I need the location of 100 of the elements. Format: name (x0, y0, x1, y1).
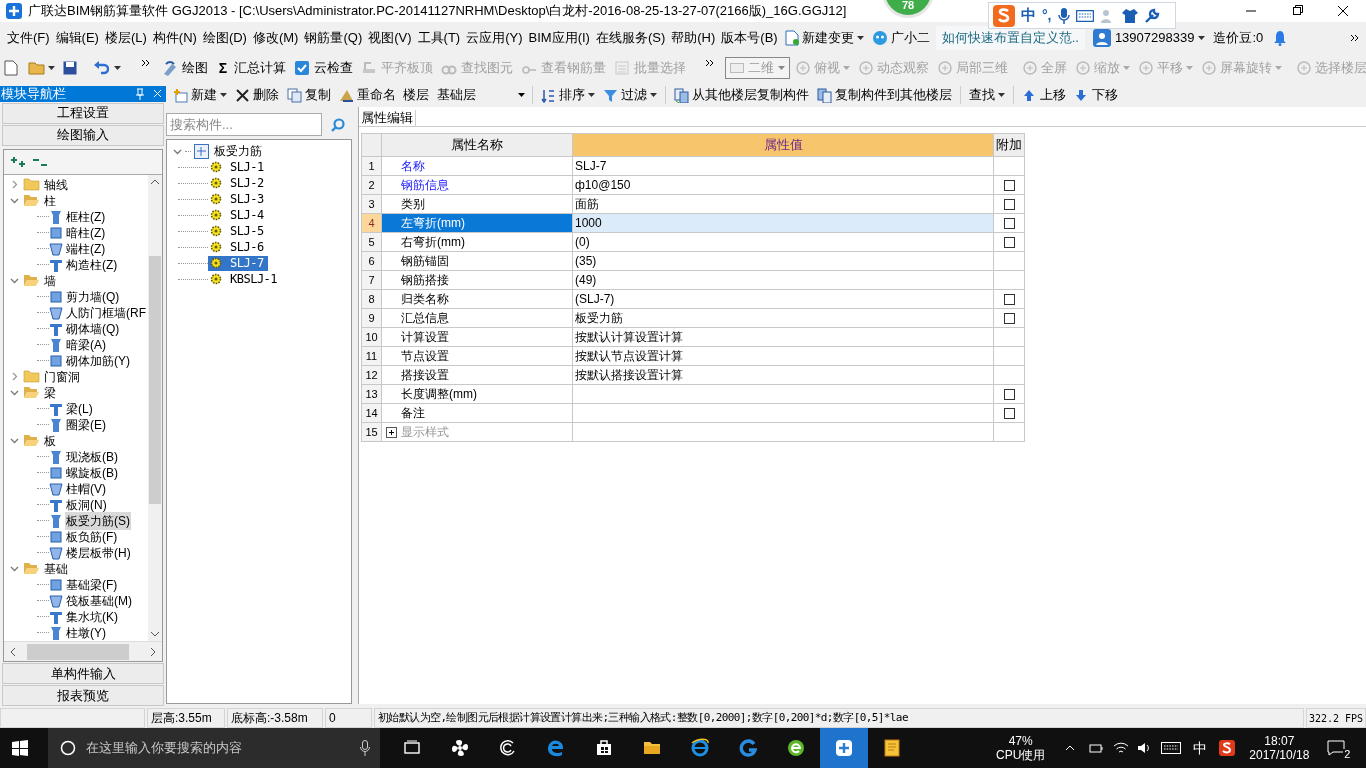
expand-icon[interactable] (386, 426, 397, 438)
property-value[interactable]: 按默认搭接设置计算 (573, 366, 994, 385)
toolbar-button[interactable]: 复制 (284, 84, 334, 106)
checkbox[interactable] (1003, 312, 1015, 324)
shirt-icon[interactable] (1121, 7, 1138, 24)
menu-item[interactable]: 编辑(E) (52, 23, 102, 52)
menu-item[interactable]: 版本号(B) (718, 23, 781, 52)
new-file-icon[interactable] (4, 60, 18, 76)
toolbar-button[interactable]: 上移 (1019, 84, 1069, 106)
scroll-down-icon[interactable] (151, 632, 159, 637)
ime-mode[interactable]: 中 (1021, 4, 1036, 27)
speaker-icon[interactable] (1137, 741, 1152, 755)
property-value[interactable]: (SLJ-7) (573, 290, 994, 309)
toolbar-button[interactable]: Σ 汇总计算 (213, 56, 289, 80)
tree-item[interactable]: 人防门框墙(RF (65, 303, 147, 322)
nav-section-button[interactable]: 工程设置 (2, 102, 164, 124)
toolbar-button[interactable]: 复制构件到其他楼层 (814, 84, 955, 106)
assistant-button[interactable]: 广小二 (869, 27, 932, 48)
checkbox[interactable] (1003, 407, 1015, 419)
tree-item[interactable]: 暗梁(A) (65, 335, 107, 354)
windows-icon[interactable] (12, 740, 28, 756)
component-item[interactable]: SLJ-4 (208, 207, 268, 223)
property-value[interactable]: 按默认计算设置计算 (573, 328, 994, 347)
scroll-up-icon[interactable] (151, 178, 159, 184)
tree-node[interactable]: 梁 (4, 384, 148, 401)
component-item[interactable]: SLJ-2 (208, 175, 268, 191)
component-item[interactable]: SLJ-5 (208, 223, 268, 239)
toolbar-button[interactable]: 重命名 (336, 84, 399, 106)
menu-item[interactable]: 楼层(L) (101, 23, 150, 52)
checkbox[interactable] (1003, 217, 1015, 229)
bell-icon[interactable] (1273, 29, 1288, 46)
tree-item[interactable]: 梁(L) (65, 399, 94, 418)
tree-node[interactable]: 板受力筋 (212, 142, 264, 160)
search-icon[interactable] (330, 116, 346, 133)
tree-item[interactable]: 板洞(N) (65, 495, 108, 514)
scrollbar-thumb[interactable] (27, 643, 129, 660)
chevron-down-icon[interactable] (10, 196, 19, 205)
menu-item[interactable]: 钢筋量(Q) (301, 23, 366, 52)
property-value[interactable]: (0) (573, 233, 994, 252)
chevron-down-icon[interactable] (10, 564, 19, 573)
floor-select[interactable]: 基础层 (435, 85, 527, 105)
chevron-right-icon[interactable] (10, 180, 19, 189)
microphone-icon[interactable] (1057, 7, 1070, 24)
property-value[interactable]: 1000 (573, 214, 994, 233)
menu-item[interactable]: 构件(N) (149, 23, 200, 52)
overflow-icon[interactable] (141, 59, 151, 67)
nav-section-button[interactable]: 绘图输入 (2, 124, 164, 146)
checkbox[interactable] (1003, 388, 1015, 400)
menu-item[interactable]: 工具(T) (414, 23, 464, 52)
chevron-down-icon[interactable] (10, 436, 19, 445)
property-value[interactable]: SLJ-7 (573, 157, 994, 176)
property-value[interactable]: 按默认节点设置计算 (573, 347, 994, 366)
ime-punctuation[interactable]: °, (1042, 5, 1052, 26)
search-field[interactable]: 搜索构件... (166, 113, 322, 136)
component-item[interactable]: SLJ-3 (208, 191, 268, 207)
battery-icon[interactable] (1089, 742, 1106, 754)
chevron-down-icon[interactable] (10, 276, 19, 285)
property-value[interactable]: (35) (573, 252, 994, 271)
tree-item[interactable]: 楼层板带(H) (65, 543, 132, 562)
tree-item[interactable]: 砌体墙(Q) (65, 319, 121, 338)
tree-item[interactable]: 螺旋板(B) (65, 463, 119, 482)
wrench-icon[interactable] (1143, 7, 1160, 24)
tree-item[interactable]: 圈梁(E) (65, 415, 107, 434)
change-menu-button[interactable]: 新建变更 (782, 27, 866, 48)
component-item[interactable]: SLJ-7 (208, 255, 268, 271)
scrollbar-thumb[interactable] (149, 255, 161, 504)
menu-item[interactable]: 云应用(Y) (463, 23, 526, 52)
checkbox[interactable] (1003, 198, 1015, 210)
scroll-left-icon[interactable] (10, 647, 15, 656)
scroll-right-icon[interactable] (151, 647, 156, 656)
overflow-icon[interactable] (705, 59, 715, 67)
tree-node[interactable]: 轴线 (4, 176, 148, 193)
toolbar-button[interactable]: 云检查 (291, 56, 356, 80)
tree-item[interactable]: 构造柱(Z) (65, 255, 119, 274)
ime-logo-icon[interactable] (1219, 740, 1236, 756)
nav-section-button[interactable]: 单构件输入 (2, 663, 164, 684)
toolbar-button[interactable]: 绘图 (159, 56, 211, 80)
property-value[interactable]: (49) (573, 271, 994, 290)
tree-node[interactable]: 基础 (4, 560, 148, 577)
tree-item[interactable]: 暗柱(Z) (65, 223, 107, 242)
overflow-icon[interactable] (1350, 33, 1360, 42)
save-icon[interactable] (63, 61, 77, 75)
toolbar-button[interactable]: 新建 (170, 84, 230, 106)
notification-button[interactable]: 2 (1327, 738, 1352, 758)
toolbar-button[interactable]: 下移 (1071, 84, 1121, 106)
chevron-up-icon[interactable] (1065, 745, 1076, 751)
property-value[interactable]: ф10@150 (573, 176, 994, 195)
tree-item[interactable]: 端柱(Z) (65, 239, 107, 258)
chevron-right-icon[interactable] (10, 372, 19, 381)
menu-item[interactable]: 帮助(H) (668, 23, 719, 52)
checkbox[interactable] (1003, 236, 1015, 248)
tree-item[interactable]: 柱墩(Y) (65, 623, 107, 641)
tree-node[interactable]: 柱 (4, 192, 148, 209)
menu-item[interactable]: 在线服务(S) (592, 23, 669, 52)
wifi-icon[interactable] (1113, 741, 1130, 755)
tree-node[interactable]: 墙 (4, 272, 148, 289)
panel-tab[interactable]: 属性编辑 (359, 110, 416, 126)
close-icon[interactable] (153, 89, 162, 99)
tree-item[interactable]: 筏板基础(M) (65, 591, 133, 610)
table-cell[interactable] (573, 404, 994, 423)
